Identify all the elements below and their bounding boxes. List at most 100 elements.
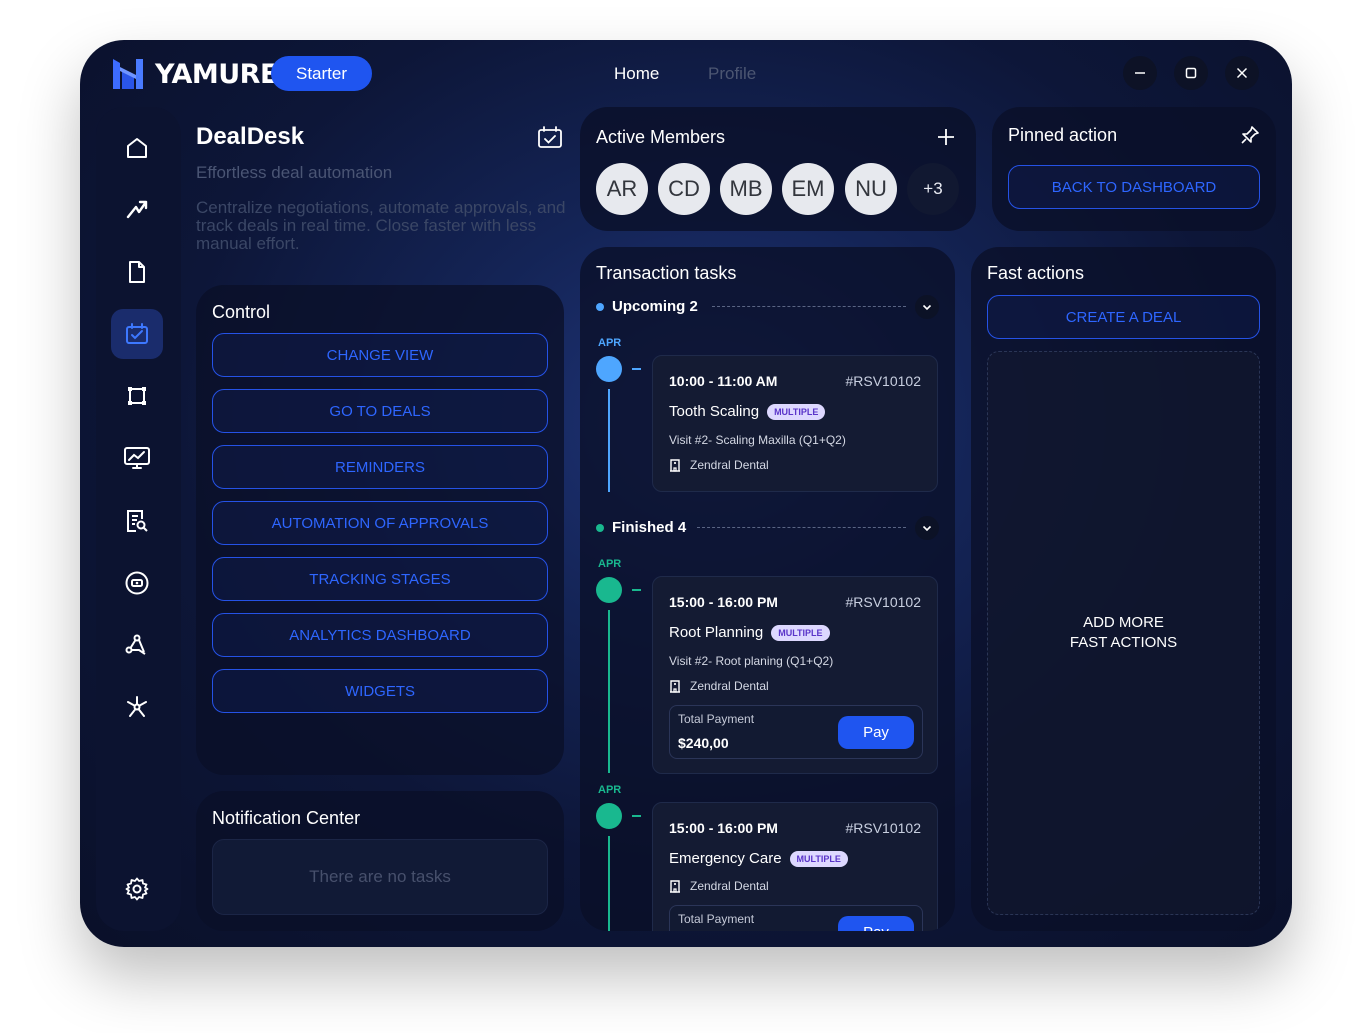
- gear-icon: [125, 877, 149, 901]
- nav-home[interactable]: Home: [614, 64, 659, 84]
- building-icon: [670, 458, 680, 472]
- sidebar: [96, 107, 181, 931]
- fast-actions-panel: Fast actions CREATE A DEAL ADD MORE FAST…: [971, 247, 1276, 931]
- vector-pen-icon: [125, 634, 146, 655]
- avatar[interactable]: AR: [596, 163, 648, 215]
- avatar[interactable]: MB: [720, 163, 772, 215]
- create-deal-button[interactable]: CREATE A DEAL: [987, 295, 1260, 339]
- task-time: 15:00 - 16:00 PM: [669, 820, 778, 836]
- task-time: 15:00 - 16:00 PM: [669, 594, 778, 610]
- unpin-button[interactable]: [1240, 125, 1260, 150]
- notification-title: Notification Center: [212, 808, 361, 828]
- analytics-dashboard-button[interactable]: ANALYTICS DASHBOARD: [212, 613, 548, 657]
- clinic-name: Zendral Dental: [690, 879, 769, 893]
- notification-empty-state: There are no tasks: [212, 839, 548, 915]
- timeline-connector: [632, 368, 641, 370]
- notification-center: Notification Center There are no tasks: [196, 791, 564, 931]
- payment-label: Total Payment: [678, 712, 755, 726]
- nav-profile[interactable]: Profile: [708, 64, 756, 84]
- task-id: #RSV10102: [845, 373, 921, 389]
- payment-box: Total Payment Pay: [669, 905, 923, 931]
- add-member-button[interactable]: [936, 127, 956, 152]
- finished-section-header[interactable]: Finished 4: [596, 519, 686, 536]
- month-label: APR: [598, 784, 622, 796]
- control-title: Control: [212, 302, 271, 322]
- page-description: Centralize negotiations, automate approv…: [196, 198, 566, 253]
- control-panel: Control CHANGE VIEW GO TO DEALS REMINDER…: [196, 285, 564, 775]
- transaction-tasks-panel: Transaction tasks Upcoming 2 APR 10:00 -…: [580, 247, 955, 931]
- close-button[interactable]: [1225, 56, 1259, 90]
- pay-button[interactable]: Pay: [838, 716, 914, 749]
- task-visit: Visit #2- Scaling Maxilla (Q1+Q2): [669, 433, 846, 447]
- upcoming-section-header[interactable]: Upcoming 2: [596, 298, 698, 315]
- sidebar-item-design[interactable]: [111, 620, 163, 670]
- avatar[interactable]: NU: [845, 163, 897, 215]
- timeline-connector: [632, 815, 641, 817]
- more-members-badge[interactable]: +3: [907, 163, 959, 215]
- report-search-icon: [127, 510, 148, 532]
- active-members-panel: Active Members AR CD MB EM NU +3: [580, 107, 976, 231]
- settings-button[interactable]: [111, 864, 163, 914]
- add-more-line2: FAST ACTIONS: [1069, 634, 1178, 651]
- logo[interactable]: YAMURE: [111, 57, 278, 91]
- task-name-row: Root Planning MULTIPLE: [669, 624, 830, 642]
- timeline-dot: [596, 577, 622, 603]
- sidebar-item-home[interactable]: [111, 123, 163, 173]
- crop-frame-icon: [128, 387, 146, 405]
- pay-button[interactable]: Pay: [838, 916, 914, 931]
- sidebar-item-dealdesk[interactable]: [111, 309, 163, 359]
- pinned-action-panel: Pinned action BACK TO DASHBOARD: [992, 107, 1276, 231]
- automation-of-approvals-button[interactable]: AUTOMATION OF APPROVALS: [212, 501, 548, 545]
- plan-badge[interactable]: Starter: [271, 56, 372, 91]
- reminders-button[interactable]: REMINDERS: [212, 445, 548, 489]
- status-dot: [596, 523, 604, 532]
- tracking-stages-button[interactable]: TRACKING STAGES: [212, 557, 548, 601]
- add-fast-actions-dropzone[interactable]: ADD MORE FAST ACTIONS: [987, 351, 1260, 915]
- divider: [712, 306, 906, 307]
- finished-collapse-button[interactable]: [915, 516, 939, 540]
- task-tag: MULTIPLE: [771, 625, 830, 642]
- dealdesk-action-button[interactable]: [537, 126, 563, 155]
- widgets-button[interactable]: WIDGETS: [212, 669, 548, 713]
- sidebar-item-reports[interactable]: [111, 496, 163, 546]
- minimize-button[interactable]: [1123, 56, 1157, 90]
- tasks-title: Transaction tasks: [596, 263, 737, 283]
- task-name: Emergency Care: [669, 850, 782, 867]
- finished-count: 4: [677, 519, 687, 536]
- change-view-button[interactable]: CHANGE VIEW: [212, 333, 548, 377]
- back-to-dashboard-button[interactable]: BACK TO DASHBOARD: [1008, 165, 1260, 209]
- sidebar-item-network[interactable]: [111, 682, 163, 732]
- task-clinic: Zendral Dental: [669, 458, 769, 472]
- pin-icon: [1241, 126, 1259, 144]
- maximize-icon: [1185, 67, 1197, 79]
- upcoming-collapse-button[interactable]: [915, 295, 939, 319]
- network-star-icon: [127, 696, 147, 717]
- maximize-button[interactable]: [1174, 56, 1208, 90]
- timeline-line: [608, 836, 610, 931]
- sidebar-item-documents[interactable]: [111, 247, 163, 297]
- task-tag: MULTIPLE: [767, 404, 826, 421]
- fast-actions-title: Fast actions: [987, 263, 1085, 283]
- finished-label: Finished: [612, 519, 674, 536]
- task-time: 10:00 - 11:00 AM: [669, 373, 778, 389]
- sidebar-item-frames[interactable]: [111, 371, 163, 421]
- task-visit: Visit #2- Root planing (Q1+Q2): [669, 654, 834, 668]
- sidebar-item-monitor[interactable]: [111, 433, 163, 483]
- payment-label: Total Payment: [678, 912, 755, 926]
- timeline-line: [608, 389, 610, 492]
- task-card[interactable]: 15:00 - 16:00 PM #RSV10102 Root Planning…: [652, 576, 938, 774]
- task-card[interactable]: 10:00 - 11:00 AM #RSV10102 Tooth Scaling…: [652, 355, 938, 492]
- home-icon: [127, 138, 147, 158]
- timeline-dot: [596, 803, 622, 829]
- task-id: #RSV10102: [845, 820, 921, 836]
- go-to-deals-button[interactable]: GO TO DEALS: [212, 389, 548, 433]
- avatar[interactable]: CD: [658, 163, 710, 215]
- sidebar-item-records[interactable]: [111, 558, 163, 608]
- calendar-check-icon: [538, 126, 562, 148]
- clinic-name: Zendral Dental: [690, 679, 769, 693]
- clinic-name: Zendral Dental: [690, 458, 769, 472]
- sidebar-item-trends[interactable]: [111, 184, 163, 234]
- avatar[interactable]: EM: [782, 163, 834, 215]
- month-label: APR: [598, 337, 622, 349]
- task-card[interactable]: 15:00 - 16:00 PM #RSV10102 Emergency Car…: [652, 802, 938, 931]
